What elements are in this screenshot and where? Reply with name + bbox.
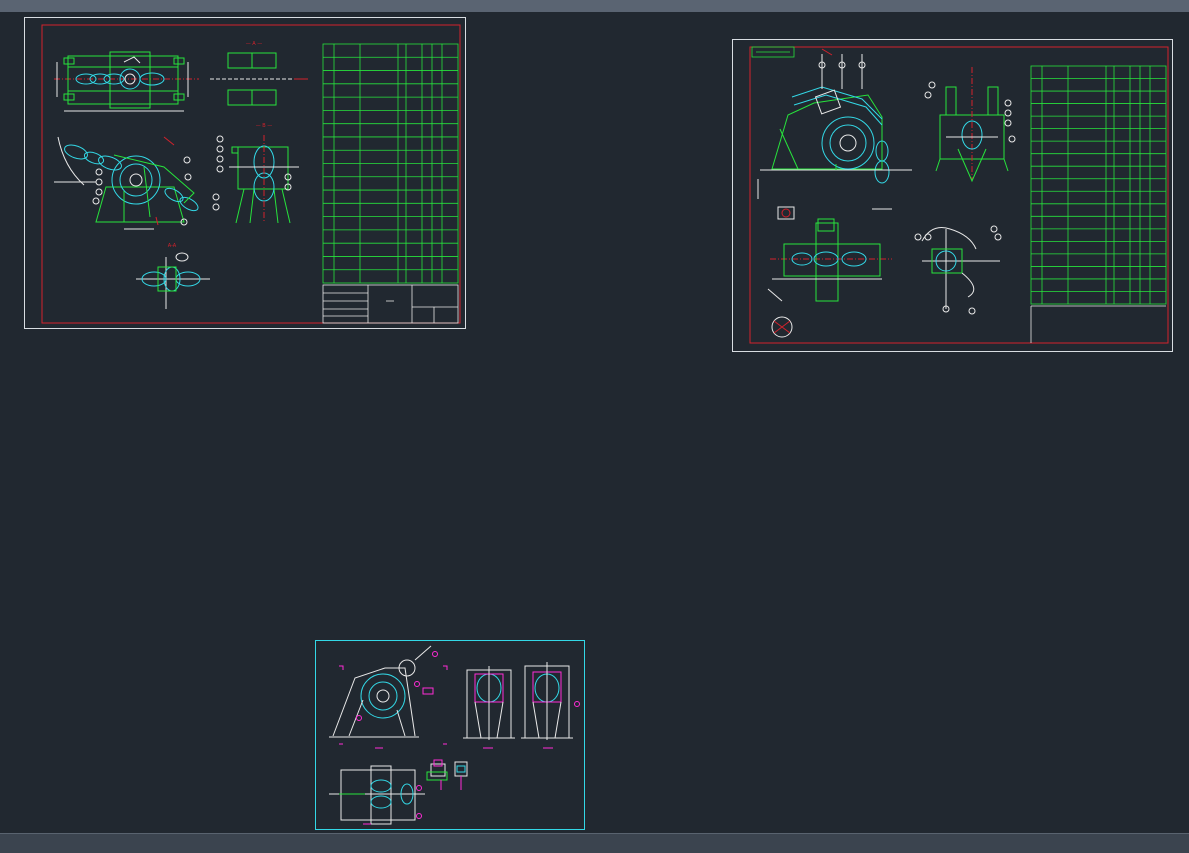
svg-text:— B —: — B — [256,123,273,129]
sheet-1-chain-detail[interactable]: A-A [136,243,210,309]
sheet-3-details[interactable] [315,640,585,830]
sheet-1-plan-view[interactable] [54,51,199,112]
sheet-3-end-view-b[interactable] [521,662,580,749]
top-toolbar-strip [0,0,1189,12]
sheet-1-end-view[interactable]: — B — [212,123,299,224]
sheet-2-title-block[interactable] [1030,305,1166,343]
sheet-1-outer-frame [24,17,466,329]
sheet-1-bom-table[interactable] [322,43,459,284]
bottom-status-strip [0,833,1189,853]
sheet-2-section-view[interactable] [914,225,1002,315]
svg-text:— A —: — A — [246,41,263,47]
svg-text:A-A: A-A [168,243,177,249]
sheet-3-frame [315,640,585,830]
sheet-1-assembly[interactable]: — A — — B — A-A [24,17,466,329]
sheet-1-title-block[interactable] [322,284,459,324]
sheet-2-plan-view[interactable] [767,206,892,338]
sheet-3-plan-view[interactable] [329,765,425,825]
sheet-1-side-view[interactable] [54,136,200,230]
sheet-3-side-view[interactable] [329,645,448,749]
sheet-2-bom-table[interactable] [1030,65,1167,305]
sheet-2-outer-frame [732,39,1173,352]
sheet-1-border [41,24,461,324]
sheet-3-end-view-a[interactable] [463,666,515,749]
sheet-2-end-view[interactable] [924,67,1016,183]
sheet-3-small-details[interactable] [426,759,468,790]
sheet-2-side-view[interactable] [757,48,912,210]
sheet-1-parts-detail[interactable]: — A — [210,41,308,106]
sheet-2-assembly[interactable] [732,39,1174,352]
